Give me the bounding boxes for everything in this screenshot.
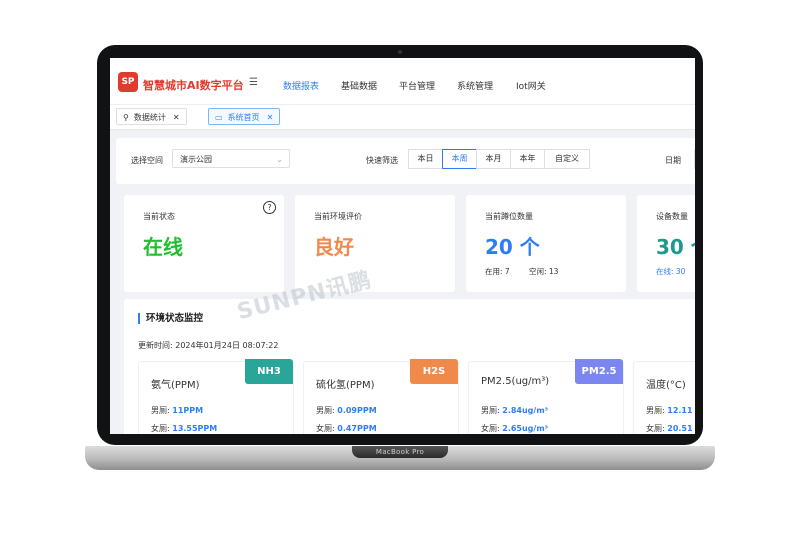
space-select[interactable]: 演示公园 ⌄ [172,149,290,168]
chevron-down-icon: ⌄ [276,155,283,164]
space-select-value: 演示公园 [180,155,212,164]
stat-value: 30 个 [656,235,695,259]
stat-card-status: 当前状态 ? 在线 [124,195,284,292]
quick-filter-year[interactable]: 本年 [510,149,545,169]
space-label: 选择空间 [131,156,163,165]
stat-free: 空闲: 13 [529,267,559,276]
sensor-name: PM2.5(ug/m³) [481,376,550,387]
monitor-icon: ▭ [215,113,223,122]
sensor-card-h2s: 硫化氢(PPM) H2S 男厕: 0.09PPM 女厕: 0.47PPM [303,359,459,434]
top-bar: SP 智慧城市AI数字平台 ☰ 数据报表 基础数据 平台管理 系统管理 Iot网… [110,58,695,105]
row-value: 2.65ug/m³ [502,424,549,433]
tab-data-stats[interactable]: ⚲ 数据统计 ✕ [116,108,187,125]
row-label: 男厕: [151,406,173,415]
sensor-badge: H2S [410,359,458,384]
stat-value: 良好 [314,235,354,259]
quick-filter-label: 快速筛选 [366,156,398,165]
row-label: 女厕: [481,424,503,433]
camera-icon [398,50,402,54]
sensor-female-row: 女厕: 13.55PPM [151,423,217,434]
quick-filter-week[interactable]: 本周 [442,149,477,169]
nav-item-basic-data[interactable]: 基础数据 [341,79,377,92]
stat-card-devices: 设备数量 30 个 在线: 30 [637,195,695,292]
sensor-female-row: 女厕: 2.65ug/m³ [481,423,548,434]
stat-value: 在线 [143,235,183,259]
nav-item-reports[interactable]: 数据报表 [283,79,319,92]
quick-filter-custom[interactable]: 自定义 [544,149,590,169]
date-picker[interactable] [694,149,695,169]
nav-item-iot[interactable]: Iot网关 [516,79,546,92]
location-pin-icon: ⚲ [123,113,129,122]
stat-online: 在线: 30 [656,267,686,276]
sensor-female-row: 女厕: 0.47PPM [316,423,377,434]
stat-value: 20 个 [485,235,540,259]
menu-toggle-icon[interactable]: ☰ [249,77,258,88]
row-value: 11PPM [172,406,204,415]
close-icon[interactable]: ✕ [173,109,180,126]
row-value: 13.55PPM [172,424,218,433]
sensor-name: 氨气(PPM) [151,380,200,391]
row-label: 男厕: [646,406,668,415]
app-logo: SP [118,72,138,92]
stat-in-use: 在用: 7 [485,267,510,276]
tabs-bar: ⚲ 数据统计 ✕ ▭ 系统首页 ✕ [110,105,695,130]
date-label: 日期 [665,156,681,165]
sensor-name: 硫化氢(PPM) [316,380,375,391]
quick-filter-today[interactable]: 本日 [408,149,443,169]
sensor-badge: PM2.5 [575,359,623,384]
stat-label: 当前状态 [143,212,175,221]
row-label: 男厕: [481,406,503,415]
sensor-badge: NH3 [245,359,293,384]
row-label: 女厕: [151,424,173,433]
row-label: 女厕: [316,424,338,433]
nav-item-platform[interactable]: 平台管理 [399,79,435,92]
sensor-male-row: 男厕: 11PPM [151,405,203,416]
row-value: 20.51 [667,424,693,433]
row-value: 2.84ug/m³ [502,406,549,415]
row-label: 男厕: [316,406,338,415]
tab-label: 系统首页 [227,113,260,122]
stat-label: 设备数量 [656,212,688,221]
environment-monitor-panel: 环境状态监控 更新时间: 2024年01月24日 08:07:22 氨气(PPM… [124,299,695,434]
sensor-male-row: 男厕: 12.11 [646,405,693,416]
sensor-card-nh3: 氨气(PPM) NH3 男厕: 11PPM 女厕: 13.55PPM [138,359,294,434]
panel-title: 环境状态监控 [138,313,203,324]
updated-time: 更新时间: 2024年01月24日 08:07:22 [138,341,279,350]
laptop-model-label: MacBook Pro [352,446,448,458]
sensor-card-temperature: 温度(°C) 男厕: 12.11 女厕: 20.51 [633,361,695,434]
quick-filter-month[interactable]: 本月 [476,149,511,169]
app-screen: SP 智慧城市AI数字平台 ☰ 数据报表 基础数据 平台管理 系统管理 Iot网… [110,58,695,434]
help-icon[interactable]: ? [263,201,276,214]
filter-bar: 选择空间 演示公园 ⌄ 快速筛选 本日 本周 本月 本年 自定义 日期 [116,138,695,184]
stat-card-stalls: 当前蹲位数量 20 个 在用: 7 空闲: 13 [466,195,626,292]
stat-label: 当前蹲位数量 [485,212,533,221]
sensor-female-row: 女厕: 20.51 [646,423,693,434]
sensor-male-row: 男厕: 0.09PPM [316,405,377,416]
nav-item-system[interactable]: 系统管理 [457,79,493,92]
close-icon[interactable]: ✕ [267,109,274,126]
sensor-male-row: 男厕: 2.84ug/m³ [481,405,548,416]
row-value: 12.11 [667,406,693,415]
app-title: 智慧城市AI数字平台 [143,79,244,92]
row-value: 0.09PPM [337,406,377,415]
sensor-card-pm25: PM2.5(ug/m³) PM2.5 男厕: 2.84ug/m³ 女厕: 2.6… [468,359,624,434]
sensor-name: 温度(°C) [646,380,686,391]
row-label: 女厕: [646,424,668,433]
row-value: 0.47PPM [337,424,377,433]
tab-home[interactable]: ▭ 系统首页 ✕ [208,108,281,126]
tab-label: 数据统计 [133,113,166,122]
stat-label: 当前环境评价 [314,212,362,221]
